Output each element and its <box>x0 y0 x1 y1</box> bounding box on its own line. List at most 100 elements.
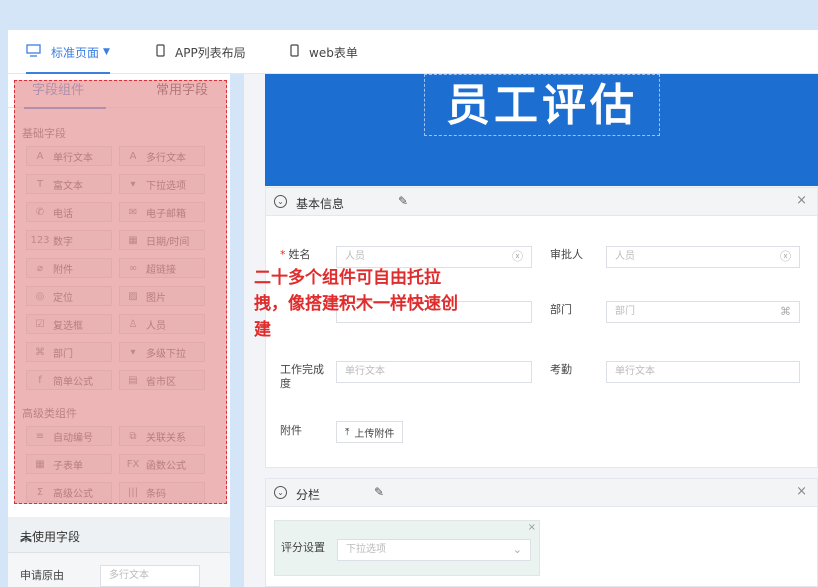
approver-input[interactable]: 人员 ⓧ <box>606 246 800 268</box>
tab-standard-page[interactable]: 标准页面 ▼ <box>26 30 110 74</box>
field-dept-label: 部门 <box>550 303 572 316</box>
field-item[interactable]: ▨ 图片 <box>119 286 205 306</box>
field-item-label: 复选框 <box>53 320 83 332</box>
field-item[interactable]: ▦ 子表单 <box>26 454 112 474</box>
chevron-up-icon[interactable]: ︽ <box>20 528 218 545</box>
tab-common-fields[interactable]: 常用字段 <box>156 74 208 108</box>
field-item[interactable]: ∞ 超链接 <box>119 258 205 278</box>
person-icon: ⓧ <box>780 250 791 263</box>
field-item[interactable]: ⧉ 关联关系 <box>119 426 205 446</box>
field-item[interactable]: ▤ 省市区 <box>119 370 205 390</box>
tab-web-form[interactable]: web表单 <box>290 30 358 74</box>
close-icon[interactable]: × <box>796 484 807 499</box>
field-type-icon: ▾ <box>130 178 136 190</box>
field-type-icon: A <box>36 150 44 162</box>
tab-app-list[interactable]: APP列表布局 <box>156 30 246 74</box>
banner-title[interactable]: 员工评估 <box>424 74 660 136</box>
field-item-label: 部门 <box>53 348 73 360</box>
field-attendance-label: 考勤 <box>550 363 572 376</box>
field-item-label: 条码 <box>146 488 166 500</box>
field-palette: 字段组件 常用字段 基础字段 A 单行文本 A 多行文本 T 富文本 ▾ 下拉选项 ✆ 电话 ✉ 电子… <box>8 74 230 587</box>
field-item-label: 高级公式 <box>53 488 93 500</box>
upload-button[interactable]: ⤒ 上传附件 <box>336 421 404 443</box>
field-item-label: 函数公式 <box>146 460 186 472</box>
field-item[interactable]: ✉ 电子邮箱 <box>119 202 205 222</box>
field-item-label: 单行文本 <box>53 152 93 164</box>
unused-fields-panel: 未使用字段 ︽ 申请原由 多行文本 <box>8 517 230 587</box>
field-item[interactable]: ☑ 复选框 <box>26 314 112 334</box>
field-item[interactable]: ||| 条码 <box>119 482 205 502</box>
field-item-label: 下拉选项 <box>146 180 186 192</box>
tab-label: web表单 <box>309 45 358 60</box>
desktop-icon <box>26 44 41 60</box>
field-item-label: 图片 <box>146 292 166 304</box>
field-type-icon: ♙ <box>128 318 138 330</box>
close-icon[interactable]: × <box>528 522 536 533</box>
collapse-icon[interactable]: ⌄ <box>274 195 287 208</box>
field-type-icon: ▦ <box>35 458 45 470</box>
field-type-icon: A <box>129 150 137 162</box>
section-header: ⌄ 分栏 ✎ × <box>266 479 817 507</box>
promo-text: 二十多个组件可自由托拉拽，像搭建积木一样快速创建 <box>254 268 458 340</box>
dept-input[interactable]: 部门 ⌘ <box>606 301 800 323</box>
field-item-label: 省市区 <box>146 376 176 388</box>
field-item[interactable]: ⌘ 部门 <box>26 342 112 362</box>
field-type-icon: ☑ <box>35 318 45 330</box>
caret-down-icon: ▼ <box>103 47 110 57</box>
field-item[interactable]: A 多行文本 <box>119 146 205 166</box>
field-completion-label: 工作完成度 <box>280 363 324 390</box>
field-item[interactable]: T 富文本 <box>26 174 112 194</box>
field-item-label: 多行文本 <box>146 152 186 164</box>
field-item[interactable]: ◎ 定位 <box>26 286 112 306</box>
unused-fields-header[interactable]: 未使用字段 ︽ <box>8 517 230 553</box>
field-type-icon: f <box>38 374 42 386</box>
tab-field-components[interactable]: 字段组件 <box>23 74 107 109</box>
tab-label: 标准页面 <box>51 45 100 60</box>
mobile-icon <box>290 44 299 60</box>
rating-select[interactable]: 下拉选项 ⌄ <box>337 539 531 561</box>
upload-icon: ⤒ <box>345 426 350 438</box>
field-item-label: 定位 <box>53 292 73 304</box>
field-type-icon: ||| <box>127 486 139 498</box>
field-type-icon: ⌀ <box>36 262 44 274</box>
field-item[interactable]: ✆ 电话 <box>26 202 112 222</box>
field-item-label: 电子邮箱 <box>146 208 186 220</box>
field-item-label: 日期/时间 <box>146 236 190 248</box>
edit-pencil-icon[interactable]: ✎ <box>398 194 408 208</box>
field-item[interactable]: A 单行文本 <box>26 146 112 166</box>
field-item-label: 数字 <box>53 236 73 248</box>
field-type-icon: ▨ <box>128 290 138 302</box>
field-type-icon: ◎ <box>35 290 45 302</box>
field-type-icon: ✆ <box>35 206 45 218</box>
tab-label: APP列表布局 <box>175 45 246 60</box>
field-name-label: * 姓名 <box>280 248 311 261</box>
field-item[interactable]: ≡ 自动编号 <box>26 426 112 446</box>
field-item-label: 电话 <box>53 208 73 220</box>
collapse-icon[interactable]: ⌄ <box>274 486 287 499</box>
field-type-icon: Σ <box>36 486 44 498</box>
completion-input[interactable]: 单行文本 <box>336 361 532 383</box>
unused-field-label: 申请原由 <box>20 569 64 582</box>
field-type-icon: ⧉ <box>129 430 137 442</box>
attendance-input[interactable]: 单行文本 <box>606 361 800 383</box>
field-item[interactable]: Σ 高级公式 <box>26 482 112 502</box>
field-item[interactable]: ▾ 多级下拉 <box>119 342 205 362</box>
rating-label: 评分设置 <box>281 541 325 554</box>
field-item[interactable]: ▾ 下拉选项 <box>119 174 205 194</box>
section-header: ⌄ 基本信息 ✎ × <box>266 188 817 216</box>
field-item[interactable]: ♙ 人员 <box>119 314 205 334</box>
field-item[interactable]: FX 函数公式 <box>119 454 205 474</box>
section-advanced-title: 高级类组件 <box>22 407 77 420</box>
edit-pencil-icon[interactable]: ✎ <box>374 485 384 499</box>
field-item[interactable]: ▦ 日期/时间 <box>119 230 205 250</box>
field-type-icon: T <box>36 178 44 190</box>
field-item[interactable]: 123 数字 <box>26 230 112 250</box>
field-item[interactable]: ⌀ 附件 <box>26 258 112 278</box>
mobile-icon <box>156 44 165 60</box>
field-item[interactable]: f 简单公式 <box>26 370 112 390</box>
unused-field-input[interactable]: 多行文本 <box>100 565 200 587</box>
close-icon[interactable]: × <box>796 193 807 208</box>
field-type-icon: ▦ <box>128 234 138 246</box>
field-item-label: 附件 <box>53 264 73 276</box>
field-item-label: 自动编号 <box>53 432 93 444</box>
